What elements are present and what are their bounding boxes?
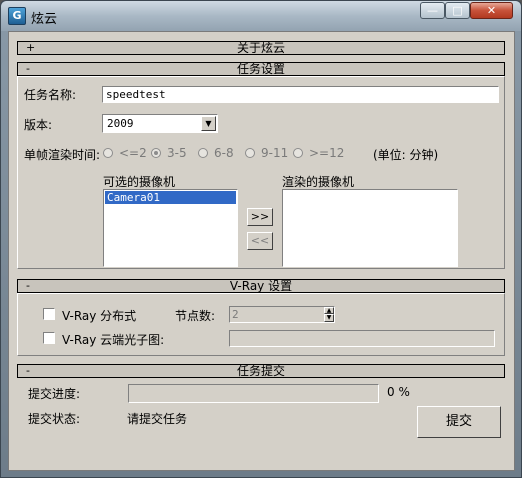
- about-rollout-header[interactable]: + 关于炫云: [17, 41, 505, 55]
- vray-rollout-title: V-Ray 设置: [229, 279, 293, 293]
- render-cameras-list[interactable]: [282, 189, 458, 267]
- spinner-up-icon[interactable]: ▲: [324, 307, 334, 314]
- remove-camera-button[interactable]: <<: [247, 232, 273, 250]
- unit-label: (单位: 分钟): [373, 148, 439, 162]
- minimize-button[interactable]: —: [420, 2, 445, 19]
- frame-time-option-4: 9-11: [261, 146, 289, 160]
- vray-cloud-photon-label: V-Ray 云端光子图:: [62, 333, 165, 347]
- progress-bar: [128, 384, 379, 403]
- render-cameras-label: 渲染的摄像机: [282, 175, 355, 189]
- spinner-down-icon[interactable]: ▼: [324, 314, 334, 322]
- title-bar[interactable]: G 炫云 — □ ✕: [1, 1, 521, 31]
- frame-time-option-5: >=12: [309, 146, 345, 160]
- frame-time-radio-5[interactable]: [293, 148, 303, 158]
- cloud-photon-input[interactable]: [229, 330, 495, 347]
- frame-time-label: 单帧渲染时间:: [24, 148, 101, 162]
- vray-settings-panel: V-Ray 分布式 节点数: 2 ▲ ▼ V-Ray 云端光子图:: [17, 293, 505, 356]
- nodes-value: 2: [232, 308, 239, 321]
- close-button[interactable]: ✕: [470, 2, 513, 19]
- about-rollout-title: 关于炫云: [236, 41, 285, 55]
- nodes-spinner[interactable]: 2 ▲ ▼: [229, 306, 335, 323]
- frame-time-option-2: 3-5: [167, 146, 187, 160]
- maximize-button[interactable]: □: [445, 2, 470, 19]
- vray-distributed-checkbox[interactable]: [43, 308, 55, 320]
- submit-button[interactable]: 提交: [417, 406, 501, 438]
- task-name-label: 任务名称:: [24, 88, 77, 102]
- window-title: 炫云: [31, 12, 58, 27]
- version-value: 2009: [107, 117, 134, 130]
- version-label: 版本:: [24, 118, 53, 132]
- task-rollout-header[interactable]: - 任务设置: [17, 62, 505, 76]
- frame-time-radio-2[interactable]: [151, 148, 161, 158]
- app-window: G 炫云 — □ ✕ + 关于炫云 - 任务设置 任务名称: speedtest…: [0, 0, 522, 478]
- vray-cloud-photon-checkbox[interactable]: [43, 332, 55, 344]
- app-logo-icon: G: [8, 7, 26, 25]
- vray-rollout-header[interactable]: - V-Ray 设置: [17, 279, 505, 293]
- chevron-down-icon[interactable]: ▼: [201, 116, 216, 131]
- status-label: 提交状态:: [28, 412, 81, 426]
- progress-text: 0 %: [387, 385, 410, 399]
- status-value: 请提交任务: [127, 412, 188, 426]
- task-name-input[interactable]: speedtest: [102, 86, 499, 103]
- submit-rollout-title: 任务提交: [236, 364, 285, 378]
- version-select[interactable]: 2009 ▼: [102, 114, 218, 133]
- vray-distributed-label: V-Ray 分布式: [62, 309, 137, 323]
- task-settings-panel: 任务名称: speedtest 版本: 2009 ▼ 单帧渲染时间: <=2 3…: [17, 76, 505, 269]
- add-camera-button[interactable]: >>: [247, 208, 273, 226]
- task-name-value: speedtest: [106, 88, 166, 101]
- frame-time-radio-4[interactable]: [245, 148, 255, 158]
- nodes-label: 节点数:: [175, 309, 216, 323]
- camera-list-item[interactable]: Camera01: [105, 191, 236, 204]
- frame-time-radio-1[interactable]: [103, 148, 113, 158]
- task-rollout-title: 任务设置: [236, 62, 285, 76]
- client-area: + 关于炫云 - 任务设置 任务名称: speedtest 版本: 2009 ▼…: [8, 31, 515, 471]
- frame-time-option-3: 6-8: [214, 146, 234, 160]
- available-cameras-label: 可选的摄像机: [103, 175, 176, 189]
- submit-rollout-header[interactable]: - 任务提交: [17, 364, 505, 378]
- frame-time-option-1: <=2: [119, 146, 147, 160]
- progress-label: 提交进度:: [28, 387, 81, 401]
- available-cameras-list[interactable]: Camera01: [103, 189, 238, 267]
- frame-time-radio-3[interactable]: [198, 148, 208, 158]
